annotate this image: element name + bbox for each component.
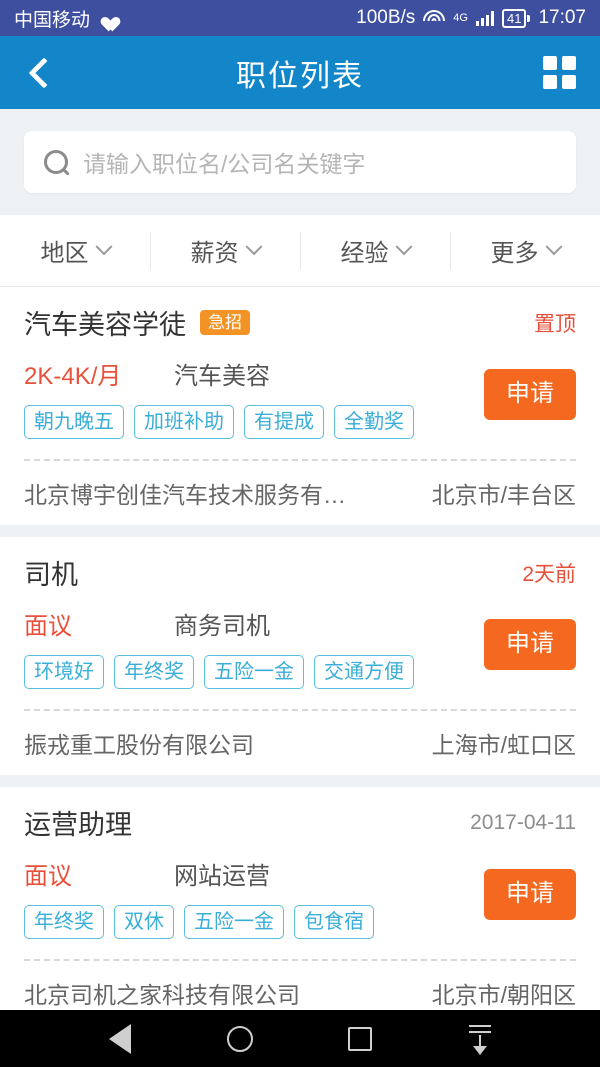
job-card-header: 司机 2天前: [24, 553, 576, 592]
filter-region-label: 地区: [40, 240, 89, 267]
job-tag: 年终奖: [114, 655, 194, 689]
job-tag: 双休: [114, 905, 174, 939]
app-screen: 中国移动 100B/s 4G 41 17:07 职位列表 请输入职位名/公司名关…: [0, 0, 600, 1067]
job-card-header: 汽车美容学徒 急招 置顶: [24, 303, 576, 342]
job-tag: 加班补助: [134, 405, 234, 439]
job-category: 网站运营: [174, 863, 270, 890]
job-tag: 朝九晚五: [24, 405, 124, 439]
job-tag: 五险一金: [184, 905, 284, 939]
job-tag: 包食宿: [294, 905, 374, 939]
network-type-label: 4G: [453, 11, 468, 24]
filter-experience-label: 经验: [340, 240, 389, 267]
search-section: 请输入职位名/公司名关键字: [0, 109, 600, 215]
apply-button[interactable]: 申请: [484, 369, 576, 420]
job-tag: 年终奖: [24, 905, 104, 939]
job-location: 上海市/虹口区: [431, 732, 576, 758]
status-bar: 中国移动 100B/s 4G 41 17:07: [0, 0, 600, 36]
chevron-down-icon: [395, 237, 412, 255]
job-category: 汽车美容: [174, 363, 270, 390]
search-box[interactable]: 请输入职位名/公司名关键字: [24, 131, 576, 193]
job-category: 商务司机: [174, 613, 270, 640]
android-back-icon[interactable]: [103, 1022, 137, 1056]
signal-bars-icon: [475, 10, 494, 26]
chevron-down-icon: [95, 237, 112, 255]
chevron-down-icon: [245, 237, 262, 255]
android-nav-bar: [0, 1010, 600, 1067]
job-status-label: 2天前: [522, 562, 576, 586]
job-status-label: 置顶: [534, 312, 576, 336]
grid-menu-icon[interactable]: [543, 56, 576, 89]
company-name: 北京司机之家科技有限公司: [24, 982, 300, 1008]
battery-level-label: 41: [501, 8, 527, 28]
battery-icon: 41: [501, 8, 531, 28]
clock-label: 17:07: [538, 7, 586, 28]
filter-bar: 地区 薪资 经验 更多: [0, 215, 600, 287]
filter-salary[interactable]: 薪资: [150, 230, 300, 272]
job-tag: 有提成: [244, 405, 324, 439]
job-title: 运营助理: [24, 810, 132, 840]
status-bar-right: 100B/s 4G 41 17:07: [356, 7, 586, 29]
urgent-badge: 急招: [200, 309, 250, 336]
job-card[interactable]: 运营助理 2017-04-11 面议 网站运营 年终奖 双休 五险一金 包食宿 …: [0, 787, 600, 1010]
job-status-label: 2017-04-11: [470, 810, 576, 834]
job-location: 北京市/丰台区: [431, 482, 576, 508]
heart-pulse-icon: [97, 9, 115, 27]
job-tag: 全勤奖: [334, 405, 414, 439]
wifi-icon: [423, 9, 446, 27]
job-tag: 交通方便: [314, 655, 414, 689]
job-tag: 环境好: [24, 655, 104, 689]
carrier-label: 中国移动: [14, 9, 91, 31]
apply-button[interactable]: 申请: [484, 869, 576, 920]
chevron-down-icon: [545, 237, 562, 255]
filter-more-label: 更多: [490, 240, 539, 267]
back-chevron-icon[interactable]: [24, 56, 58, 90]
job-title: 司机: [24, 560, 78, 590]
android-home-icon[interactable]: [223, 1022, 257, 1056]
job-card-header: 运营助理 2017-04-11: [24, 803, 576, 842]
android-recents-icon[interactable]: [343, 1022, 377, 1056]
filter-experience[interactable]: 经验: [300, 230, 450, 272]
network-speed-label: 100B/s: [356, 7, 416, 28]
job-tag: 五险一金: [204, 655, 304, 689]
job-salary: 2K-4K/月: [24, 363, 122, 390]
apply-button[interactable]: 申请: [484, 619, 576, 670]
filter-salary-label: 薪资: [190, 240, 239, 267]
status-bar-left: 中国移动: [14, 5, 115, 32]
filter-more[interactable]: 更多: [450, 230, 600, 272]
search-input[interactable]: 请输入职位名/公司名关键字: [83, 145, 365, 179]
page-title: 职位列表: [236, 59, 364, 93]
job-card-footer: 振戎重工股份有限公司 上海市/虹口区: [24, 711, 576, 775]
job-salary: 面议: [24, 863, 72, 890]
company-name: 振戎重工股份有限公司: [24, 732, 254, 758]
company-name: 北京博宇创佳汽车技术服务有…: [24, 482, 346, 508]
filter-region[interactable]: 地区: [0, 230, 150, 272]
job-card[interactable]: 司机 2天前 面议 商务司机 环境好 年终奖 五险一金 交通方便 申请 振戎重工…: [0, 537, 600, 775]
job-location: 北京市/朝阳区: [431, 982, 576, 1008]
app-header: 职位列表: [0, 36, 600, 109]
search-icon: [44, 149, 69, 175]
job-card-footer: 北京司机之家科技有限公司 北京市/朝阳区: [24, 961, 576, 1010]
job-salary: 面议: [24, 613, 72, 640]
job-card-footer: 北京博宇创佳汽车技术服务有… 北京市/丰台区: [24, 461, 576, 525]
hide-keyboard-icon[interactable]: [463, 1022, 497, 1056]
job-card[interactable]: 汽车美容学徒 急招 置顶 2K-4K/月 汽车美容 朝九晚五 加班补助 有提成 …: [0, 287, 600, 525]
job-list: 汽车美容学徒 急招 置顶 2K-4K/月 汽车美容 朝九晚五 加班补助 有提成 …: [0, 287, 600, 1010]
job-title: 汽车美容学徒: [24, 310, 186, 340]
